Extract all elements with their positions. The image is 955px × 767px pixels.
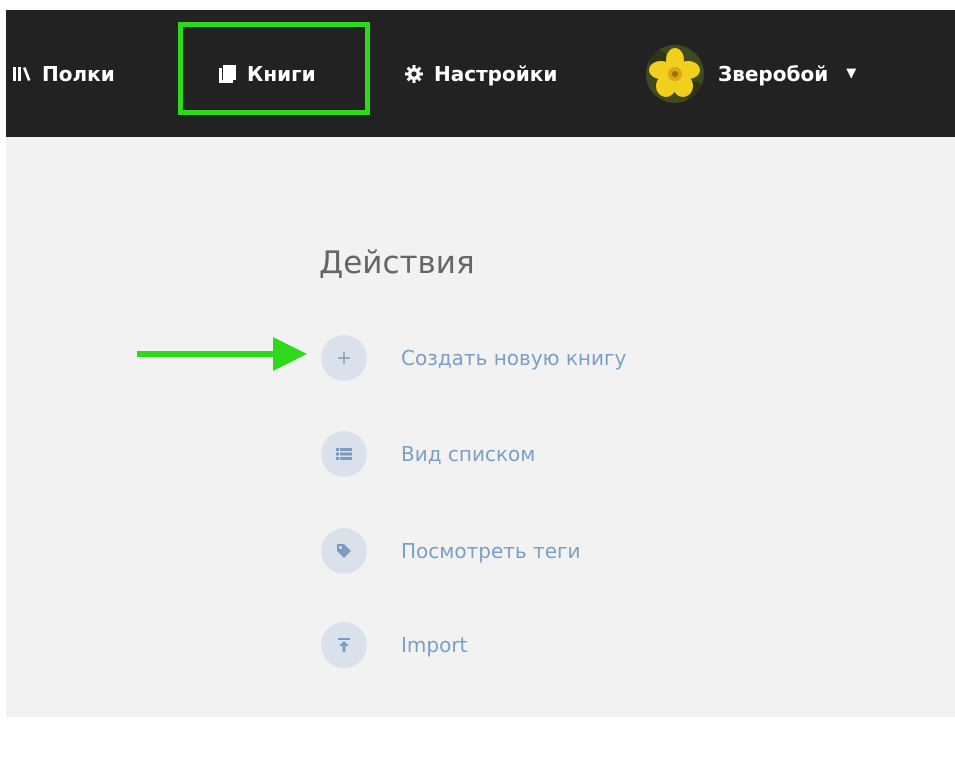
create-book-action[interactable]: Создать новую книгу bbox=[321, 335, 626, 381]
view-tags-action[interactable]: Посмотреть теги bbox=[321, 528, 581, 574]
nav-settings-link[interactable]: Настройки bbox=[404, 10, 557, 137]
nav-shelves-link[interactable]: Полки bbox=[12, 10, 115, 137]
list-icon bbox=[321, 431, 367, 477]
import-action[interactable]: Import bbox=[321, 622, 467, 668]
list-view-action[interactable]: Вид списком bbox=[321, 431, 535, 477]
actions-heading: Действия bbox=[319, 245, 475, 281]
chevron-down-icon: ▼ bbox=[846, 66, 857, 81]
main-content: Действия Создать новую книгу Вид списком… bbox=[6, 137, 955, 717]
gear-icon bbox=[404, 64, 424, 84]
list-view-label: Вид списком bbox=[401, 442, 536, 466]
nav-settings-label: Настройки bbox=[434, 61, 558, 86]
arrow-annotation bbox=[137, 335, 307, 377]
nav-shelves-label: Полки bbox=[42, 61, 115, 86]
view-tags-label: Посмотреть теги bbox=[401, 539, 581, 563]
user-name: Зверобой bbox=[718, 61, 829, 86]
import-label: Import bbox=[401, 633, 468, 657]
user-menu-dropdown[interactable]: Зверобой ▼ bbox=[646, 10, 856, 137]
tag-icon bbox=[321, 528, 367, 574]
shelves-icon bbox=[12, 64, 32, 84]
nav-books-link[interactable]: Книги bbox=[217, 10, 316, 137]
user-avatar bbox=[646, 44, 704, 103]
top-navbar: Полки Книги Настройки Зверобой ▼ bbox=[6, 10, 955, 137]
upload-icon bbox=[321, 622, 367, 668]
nav-books-label: Книги bbox=[247, 61, 316, 86]
create-book-label: Создать новую книгу bbox=[401, 346, 627, 370]
book-icon bbox=[217, 64, 237, 84]
plus-icon bbox=[321, 335, 367, 381]
